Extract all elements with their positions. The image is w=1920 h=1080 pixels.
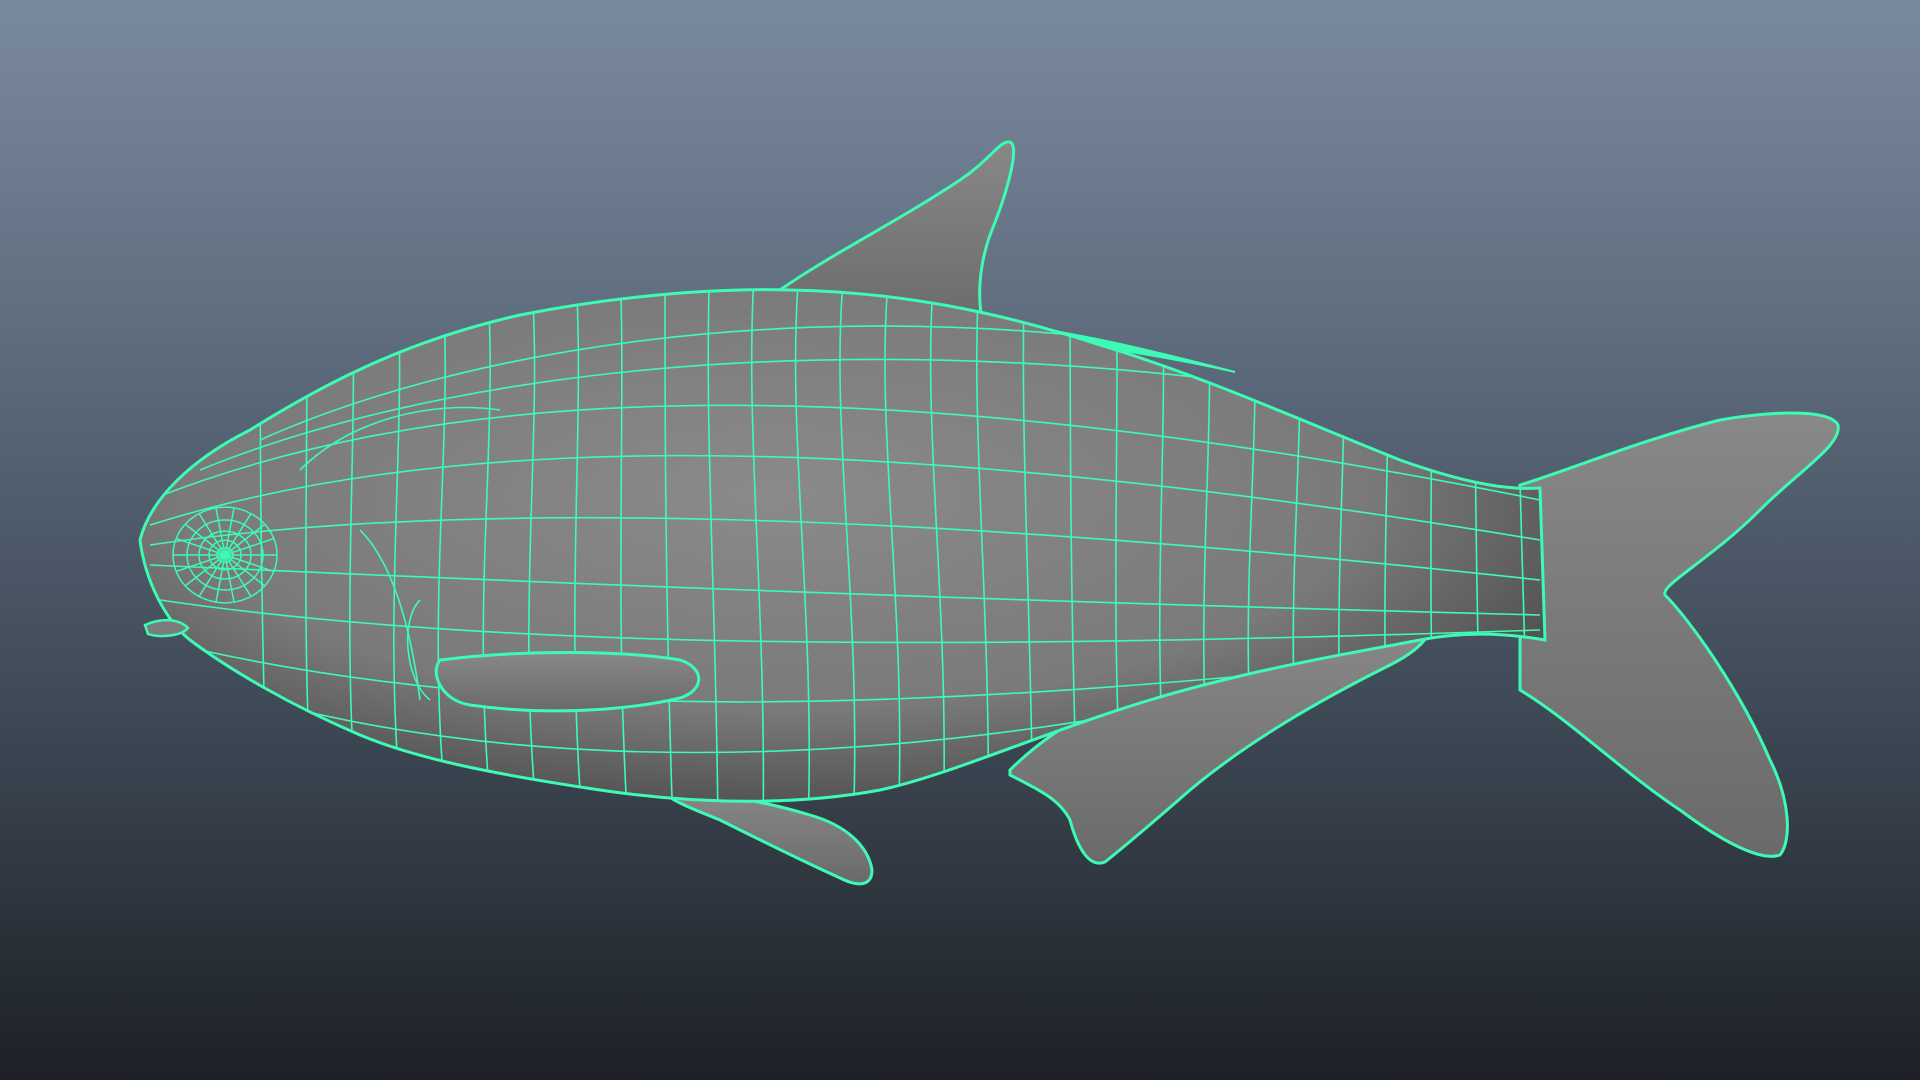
pectoral-fin[interactable] bbox=[434, 651, 701, 713]
fish-body[interactable] bbox=[138, 260, 1547, 830]
viewport-canvas[interactable] bbox=[0, 0, 1920, 1080]
pelvic-fin[interactable] bbox=[656, 788, 874, 886]
3d-viewport[interactable] bbox=[0, 0, 1920, 1080]
tail-fin[interactable] bbox=[1518, 411, 1840, 858]
mouth[interactable] bbox=[143, 618, 190, 638]
